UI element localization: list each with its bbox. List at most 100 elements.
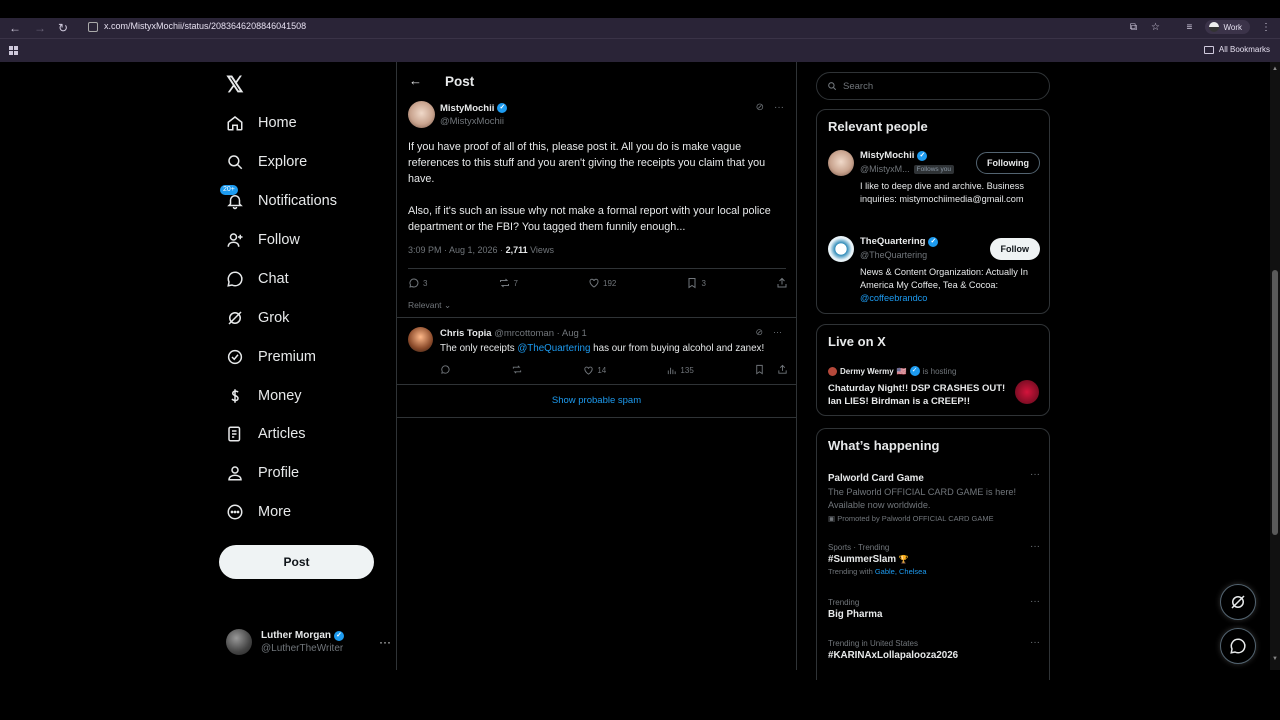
grok-fab[interactable]	[1220, 584, 1256, 620]
nav-follow[interactable]: Follow	[226, 228, 300, 252]
scrollbar-thumb[interactable]	[1272, 270, 1278, 535]
more-options-icon[interactable]: ···	[1030, 596, 1040, 607]
bookmark-count: 3	[701, 278, 706, 288]
verified-badge-icon: ✓	[917, 150, 928, 161]
person-name[interactable]: MistyMochii	[860, 150, 914, 161]
avatar[interactable]	[828, 150, 854, 176]
nav-grok[interactable]: Grok	[226, 306, 289, 330]
reply-button[interactable]: 3	[408, 277, 427, 289]
live-host[interactable]: Dermy Wermy 🇺🇸 ✓ is hosting	[828, 366, 956, 376]
tweet-author-handle[interactable]: @MistyxMochii	[440, 116, 507, 127]
repost-button[interactable]: 7	[498, 277, 518, 289]
nav-more[interactable]: More	[226, 500, 291, 524]
like-button[interactable]: 192	[588, 277, 616, 289]
messages-fab[interactable]	[1220, 628, 1256, 664]
verified-badge-icon: ✓	[334, 630, 344, 641]
divider	[397, 384, 796, 385]
nav-notifications[interactable]: 20+ Notifications	[220, 185, 337, 213]
person-handle[interactable]: @MistyxM...	[860, 164, 910, 174]
repost-icon[interactable]	[511, 364, 523, 377]
trend-title: #SummerSlam	[828, 554, 897, 565]
share-icon[interactable]	[777, 364, 788, 377]
x-logo-icon[interactable]: 𝕏	[226, 72, 244, 98]
more-options-icon[interactable]: ···	[773, 327, 782, 338]
nav-premium[interactable]: Premium	[226, 345, 316, 369]
apps-grid-icon[interactable]	[9, 46, 18, 55]
trend-title: Big Pharma	[828, 609, 883, 620]
grok-icon[interactable]: ⊘	[755, 327, 763, 338]
trend-item[interactable]: Sports · Trending #SummerSlam 🏆 Trending…	[828, 541, 1040, 576]
tweet-author-name[interactable]: MistyMochii	[440, 103, 494, 114]
trend-category: Trending	[828, 598, 860, 607]
nav-money[interactable]: Money	[226, 384, 302, 408]
back-arrow-icon[interactable]: ←	[409, 73, 422, 88]
person-name[interactable]: TheQuartering	[860, 236, 925, 247]
person-bio: News & Content Organization: Actually In…	[860, 266, 1042, 305]
trend-item[interactable]: Trending in United States #KARINAxLollap…	[828, 637, 1040, 661]
trend-description: The Palworld OFFICIAL CARD GAME is here!…	[828, 487, 1017, 510]
grok-icon[interactable]: ⊘	[756, 102, 764, 113]
like-count: 14	[597, 366, 607, 375]
nav-home[interactable]: Home	[226, 111, 297, 135]
like-button[interactable]: 14	[583, 364, 606, 377]
address-bar[interactable]: x.com/MistyxMochii/status/20836462088460…	[104, 21, 306, 31]
person-handle[interactable]: @TheQuartering	[860, 250, 927, 260]
more-options-icon[interactable]: ···	[1030, 469, 1040, 480]
nav-chat[interactable]: Chat	[226, 267, 289, 291]
avatar[interactable]	[1015, 380, 1039, 404]
avatar[interactable]	[408, 101, 435, 128]
reply-sort-dropdown[interactable]: Relevant ⌄	[408, 300, 451, 311]
verified-badge-icon: ✓	[497, 103, 508, 113]
forward-icon[interactable]: →	[31, 19, 49, 37]
trend-item[interactable]: Palworld Card Game The Palworld OFFICIAL…	[828, 469, 1040, 523]
trending-with-row: Trending with Gable, Chelsea	[828, 567, 1040, 576]
nav-chat-label: Chat	[258, 271, 289, 287]
site-info-icon[interactable]	[88, 22, 98, 32]
nav-profile[interactable]: Profile	[226, 461, 299, 485]
account-name: Luther Morgan	[261, 630, 331, 641]
scroll-down-arrow[interactable]: ▼	[1272, 656, 1278, 662]
reload-icon[interactable]: ↻	[54, 19, 72, 37]
views-button[interactable]: 135	[666, 364, 694, 377]
reply-icon[interactable]	[440, 364, 451, 377]
bookmark-button[interactable]: 3	[686, 277, 706, 289]
bookmark-star-icon[interactable]: ☆	[1149, 21, 1161, 33]
nav-explore[interactable]: Explore	[226, 150, 307, 174]
relevant-people-title: Relevant people	[828, 119, 928, 134]
search-input[interactable]: Search	[816, 72, 1050, 100]
back-icon[interactable]: ←	[6, 19, 24, 37]
all-bookmarks-button[interactable]: All Bookmarks	[1203, 45, 1270, 54]
install-app-icon[interactable]: ⧉	[1127, 21, 1139, 33]
whats-happening-card: What’s happening Palworld Card Game The …	[816, 428, 1050, 680]
trend-item[interactable]: Trending Big Pharma ···	[828, 596, 1040, 620]
share-button[interactable]	[776, 277, 788, 289]
search-icon	[226, 153, 244, 171]
scroll-up-arrow[interactable]: ▲	[1272, 66, 1278, 72]
post-button[interactable]: Post	[219, 545, 374, 579]
bio-mention-link[interactable]: @coffeebrandco	[860, 293, 927, 303]
mention-link[interactable]: @TheQuartering	[517, 343, 590, 354]
follow-button[interactable]: Follow	[989, 238, 1040, 260]
trending-with-link[interactable]: Gable, Chelsea	[875, 567, 927, 576]
avatar[interactable]	[408, 327, 433, 352]
browser-menu-icon[interactable]: ⋮	[1260, 21, 1272, 33]
more-options-icon[interactable]: ···	[1030, 637, 1040, 648]
live-space-title[interactable]: Chaturday Night!! DSP CRASHES OUT! Ian L…	[828, 382, 1008, 408]
tweet-timestamp[interactable]: 3:09 PM · Aug 1, 2026 ·	[408, 245, 506, 255]
more-options-icon[interactable]: ···	[1030, 541, 1040, 552]
reply-icon	[409, 278, 419, 288]
following-button[interactable]: Following	[976, 152, 1040, 174]
more-options-icon[interactable]: ···	[774, 102, 784, 113]
tweet-text: If you have proof of all of this, please…	[408, 139, 783, 251]
account-more-icon[interactable]: ···	[379, 635, 391, 649]
bookmark-icon[interactable]	[754, 364, 765, 377]
avatar	[828, 366, 837, 376]
tweet-author[interactable]: MistyMochii ✓ @MistyxMochii	[408, 101, 508, 128]
account-switcher[interactable]: Luther Morgan ✓ @LutherTheWriter ···	[226, 629, 391, 655]
profile-button[interactable]: Work	[1205, 20, 1250, 34]
nav-articles[interactable]: Articles	[226, 422, 306, 446]
show-spam-link[interactable]: Show probable spam	[397, 395, 796, 406]
media-controls-icon[interactable]: ≡	[1183, 21, 1195, 33]
reply-author-name[interactable]: Chris Topia	[440, 328, 492, 339]
avatar[interactable]	[828, 236, 854, 262]
